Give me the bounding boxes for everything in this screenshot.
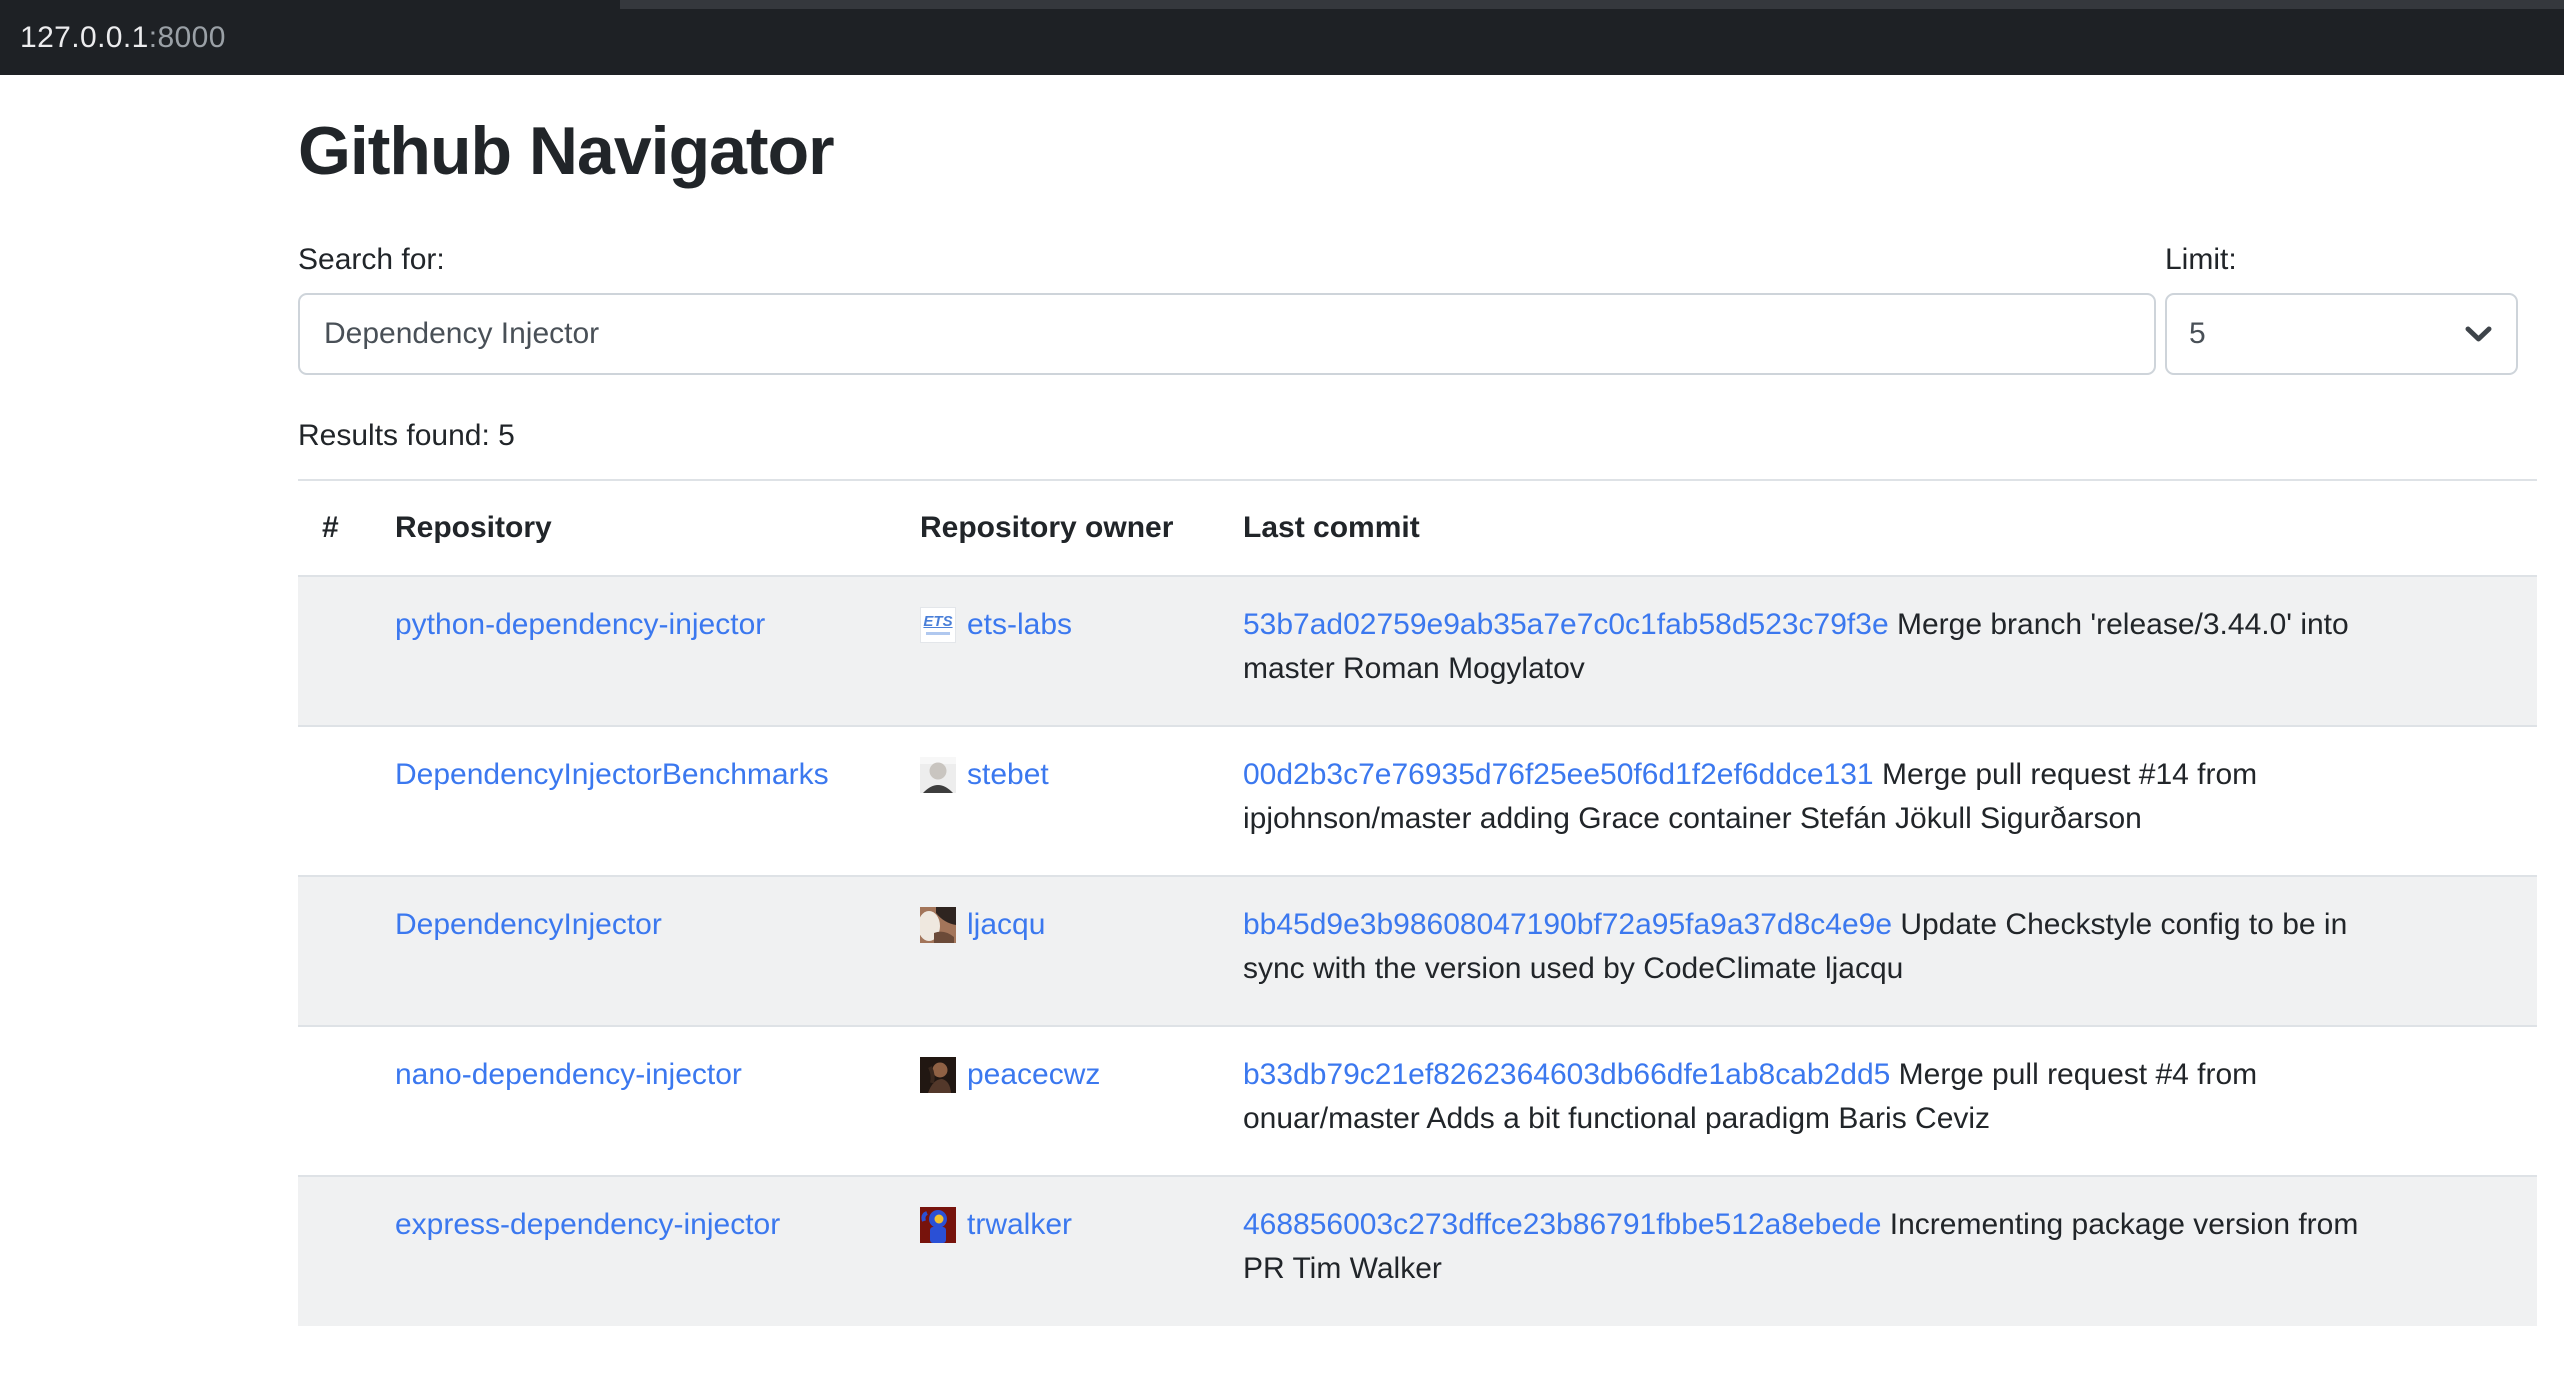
owner-cell: trwalker (896, 1176, 1219, 1326)
commit-hash-link[interactable]: bb45d9e3b98608047190bf72a95fa9a37d8c4e9e (1243, 908, 1892, 941)
page-title: Github Navigator (298, 111, 2537, 193)
search-form: Search for: Limit: 5 (298, 243, 2537, 375)
avatar-trwalker-lego-astronaut (920, 1207, 956, 1243)
owner-link[interactable]: trwalker (967, 1203, 1072, 1247)
row-index-cell (298, 1176, 371, 1326)
table-row: DependencyInjector (298, 876, 2537, 1026)
owner-cell: ljacqu (896, 876, 1219, 1026)
table-row: express-dependency-injector (298, 1176, 2537, 1326)
avatar-peacecwz-portrait (920, 1057, 956, 1093)
avatar-ets-labs-logo: ETS (920, 607, 956, 643)
repo-cell: express-dependency-injector (371, 1176, 896, 1326)
owner-link[interactable]: stebet (967, 753, 1049, 797)
table-row: nano-dependency-injector (298, 1026, 2537, 1176)
col-header-last-commit: Last commit (1219, 480, 2537, 576)
commit-cell: 00d2b3c7e76935d76f25ee50f6d1f2ef6ddce131… (1219, 726, 2537, 876)
search-input[interactable] (298, 293, 2156, 375)
avatar-stebet-portrait (920, 757, 956, 793)
table-header: # Repository Repository owner Last commi… (298, 480, 2537, 576)
url-port: :8000 (149, 21, 226, 54)
search-field-group: Search for: (298, 243, 2156, 375)
row-index-cell (298, 726, 371, 876)
address-bar[interactable]: 127.0.0.1:8000 (20, 21, 226, 55)
owner-link[interactable]: ets-labs (967, 603, 1072, 647)
page-content: Github Navigator Search for: Limit: 5 (298, 111, 2537, 1326)
repositories-table: # Repository Repository owner Last commi… (298, 479, 2537, 1326)
col-header-index: # (298, 480, 371, 576)
limit-label: Limit: (2165, 243, 2518, 277)
repo-link[interactable]: python-dependency-injector (395, 608, 765, 641)
owner-cell: peacecwz (896, 1026, 1219, 1176)
url-host: 127.0.0.1 (20, 21, 149, 54)
results-count: Results found: 5 (298, 419, 2537, 453)
browser-window: 127.0.0.1:8000 Github Navigator Search f… (0, 0, 2564, 1394)
owner-link[interactable]: ljacqu (967, 903, 1045, 947)
repo-cell: python-dependency-injector (371, 576, 896, 726)
browser-top-bar: 127.0.0.1:8000 (0, 0, 2564, 75)
commit-cell: bb45d9e3b98608047190bf72a95fa9a37d8c4e9e… (1219, 876, 2537, 1026)
limit-select-wrap: 5 (2165, 293, 2518, 375)
row-index-cell (298, 576, 371, 726)
tab-strip (620, 0, 2564, 9)
repo-cell: nano-dependency-injector (371, 1026, 896, 1176)
repo-link[interactable]: DependencyInjector (395, 908, 662, 941)
repo-link[interactable]: express-dependency-injector (395, 1208, 780, 1241)
limit-field-group: Limit: 5 (2165, 243, 2518, 375)
col-header-owner: Repository owner (896, 480, 1219, 576)
row-index-cell (298, 1026, 371, 1176)
commit-hash-link[interactable]: b33db79c21ef8262364603db66dfe1ab8cab2dd5 (1243, 1058, 1890, 1091)
owner-link[interactable]: peacecwz (967, 1053, 1100, 1097)
repo-cell: DependencyInjectorBenchmarks (371, 726, 896, 876)
table-row: DependencyInjectorBenchmarks (298, 726, 2537, 876)
commit-cell: 53b7ad02759e9ab35a7e7c0c1fab58d523c79f3e… (1219, 576, 2537, 726)
commit-hash-link[interactable]: 53b7ad02759e9ab35a7e7c0c1fab58d523c79f3e (1243, 608, 1889, 641)
commit-hash-link[interactable]: 468856003c273dffce23b86791fbbe512a8ebede (1243, 1208, 1881, 1241)
table-row: python-dependency-injector ETS ets-labs … (298, 576, 2537, 726)
avatar-ljacqu-photo (920, 907, 956, 943)
repo-cell: DependencyInjector (371, 876, 896, 1026)
repo-link[interactable]: nano-dependency-injector (395, 1058, 742, 1091)
commit-cell: 468856003c273dffce23b86791fbbe512a8ebede… (1219, 1176, 2537, 1326)
row-index-cell (298, 876, 371, 1026)
commit-cell: b33db79c21ef8262364603db66dfe1ab8cab2dd5… (1219, 1026, 2537, 1176)
commit-hash-link[interactable]: 00d2b3c7e76935d76f25ee50f6d1f2ef6ddce131 (1243, 758, 1874, 791)
owner-cell: stebet (896, 726, 1219, 876)
col-header-repository: Repository (371, 480, 896, 576)
search-label: Search for: (298, 243, 2156, 277)
limit-select[interactable]: 5 (2165, 293, 2518, 375)
repo-link[interactable]: DependencyInjectorBenchmarks (395, 758, 829, 791)
owner-cell: ETS ets-labs (896, 576, 1219, 726)
